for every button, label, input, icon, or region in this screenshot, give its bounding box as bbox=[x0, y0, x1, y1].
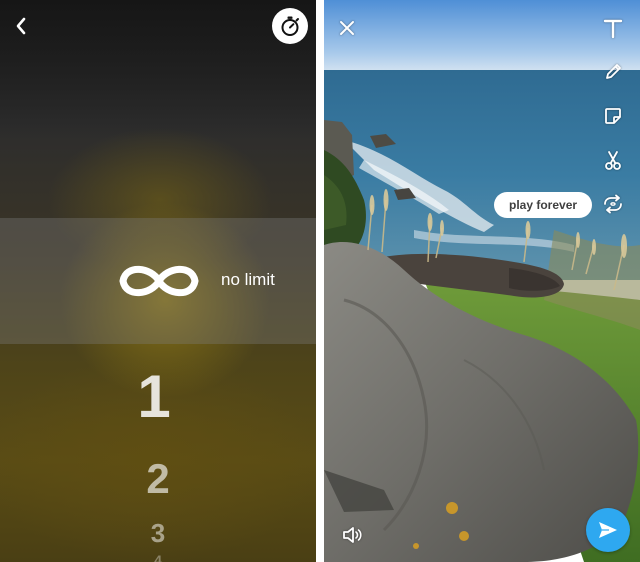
chevron-left-icon bbox=[16, 17, 26, 35]
panel-divider bbox=[316, 0, 324, 562]
sticker-icon bbox=[605, 108, 621, 124]
scissors-tool-button[interactable] bbox=[599, 146, 627, 174]
text-tool-button[interactable] bbox=[599, 14, 627, 42]
timer-option-4[interactable]: 4 bbox=[0, 552, 316, 562]
pencil-icon bbox=[606, 64, 621, 79]
send-button[interactable] bbox=[586, 508, 630, 552]
play-forever-tooltip: play forever bbox=[494, 192, 593, 218]
timer-picker-panel: no limit 1 2 3 4 bbox=[0, 0, 316, 562]
stopwatch-icon bbox=[281, 16, 299, 36]
snap-editor-panel: play forever bbox=[324, 0, 640, 562]
loop-icon bbox=[604, 194, 622, 214]
infinity-icon[interactable] bbox=[116, 259, 202, 303]
coastal-photo bbox=[324, 0, 640, 562]
timer-button[interactable] bbox=[272, 8, 308, 44]
timer-option-1[interactable]: 1 bbox=[0, 362, 312, 431]
close-icon bbox=[340, 21, 354, 35]
pencil-tool-button[interactable] bbox=[599, 58, 627, 86]
scissors-icon bbox=[605, 151, 621, 170]
blurred-background bbox=[0, 0, 316, 140]
sticker-tool-button[interactable] bbox=[599, 102, 627, 130]
text-icon bbox=[603, 19, 623, 39]
close-button[interactable] bbox=[333, 14, 361, 42]
back-button[interactable] bbox=[8, 12, 34, 40]
loop-tool-button[interactable] bbox=[599, 190, 627, 218]
send-arrow-icon bbox=[599, 522, 617, 538]
timer-option-2[interactable]: 2 bbox=[0, 455, 316, 503]
speaker-icon bbox=[343, 527, 362, 543]
sound-toggle-button[interactable] bbox=[338, 520, 368, 550]
no-limit-label[interactable]: no limit bbox=[221, 270, 275, 290]
timer-option-3[interactable]: 3 bbox=[0, 518, 316, 549]
